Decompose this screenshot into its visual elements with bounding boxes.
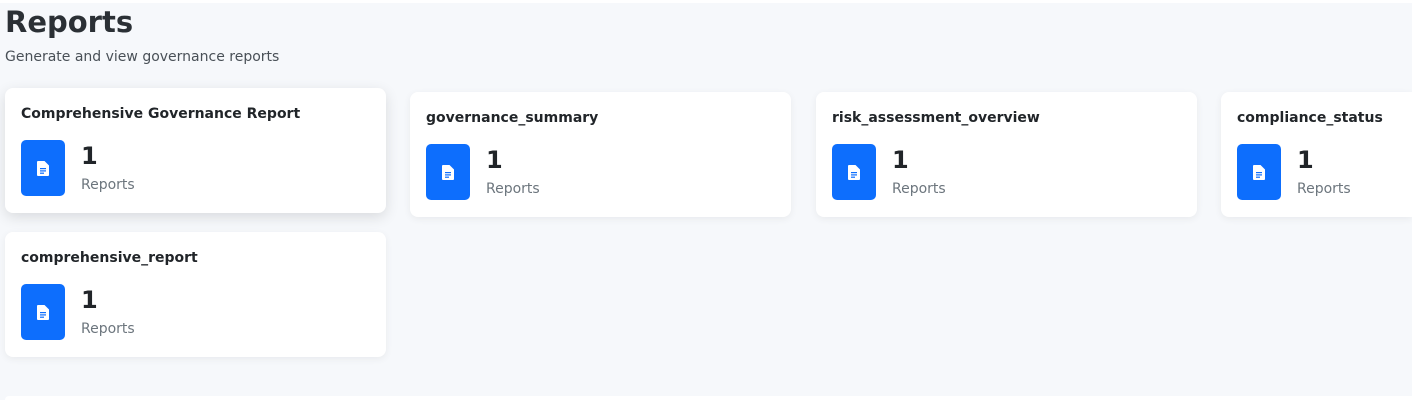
report-count-label: Reports — [1297, 181, 1351, 197]
report-count-label: Reports — [81, 321, 135, 337]
document-icon — [21, 140, 65, 196]
report-card-governance-summary[interactable]: governance_summary 1 Reports — [410, 92, 791, 217]
report-card-comprehensive-governance[interactable]: Comprehensive Governance Report 1 Report… — [5, 88, 386, 213]
reports-page: Reports Generate and view governance rep… — [0, 0, 1412, 400]
report-count: 1 — [81, 142, 98, 170]
report-card-title: Comprehensive Governance Report — [21, 106, 301, 122]
document-icon — [1237, 144, 1281, 200]
next-section-edge — [5, 396, 1412, 400]
report-count: 1 — [1297, 146, 1314, 174]
document-icon — [832, 144, 876, 200]
top-divider — [0, 0, 1412, 3]
report-card-title: risk_assessment_overview — [832, 110, 1040, 126]
report-card-compliance-status[interactable]: compliance_status 1 Reports — [1221, 92, 1412, 217]
document-icon — [21, 284, 65, 340]
report-card-risk-assessment-overview[interactable]: risk_assessment_overview 1 Reports — [816, 92, 1197, 217]
report-card-title: compliance_status — [1237, 110, 1383, 126]
page-subtitle: Generate and view governance reports — [5, 49, 280, 65]
page-header: Reports Generate and view governance rep… — [5, 4, 279, 66]
report-count: 1 — [486, 146, 503, 174]
report-count-label: Reports — [81, 177, 135, 193]
report-count: 1 — [81, 286, 98, 314]
report-count-label: Reports — [892, 181, 946, 197]
report-card-comprehensive-report[interactable]: comprehensive_report 1 Reports — [5, 232, 386, 357]
report-count: 1 — [892, 146, 909, 174]
report-card-title: comprehensive_report — [21, 250, 198, 266]
document-icon — [426, 144, 470, 200]
report-count-label: Reports — [486, 181, 540, 197]
report-card-title: governance_summary — [426, 110, 599, 126]
page-title: Reports — [5, 5, 134, 39]
